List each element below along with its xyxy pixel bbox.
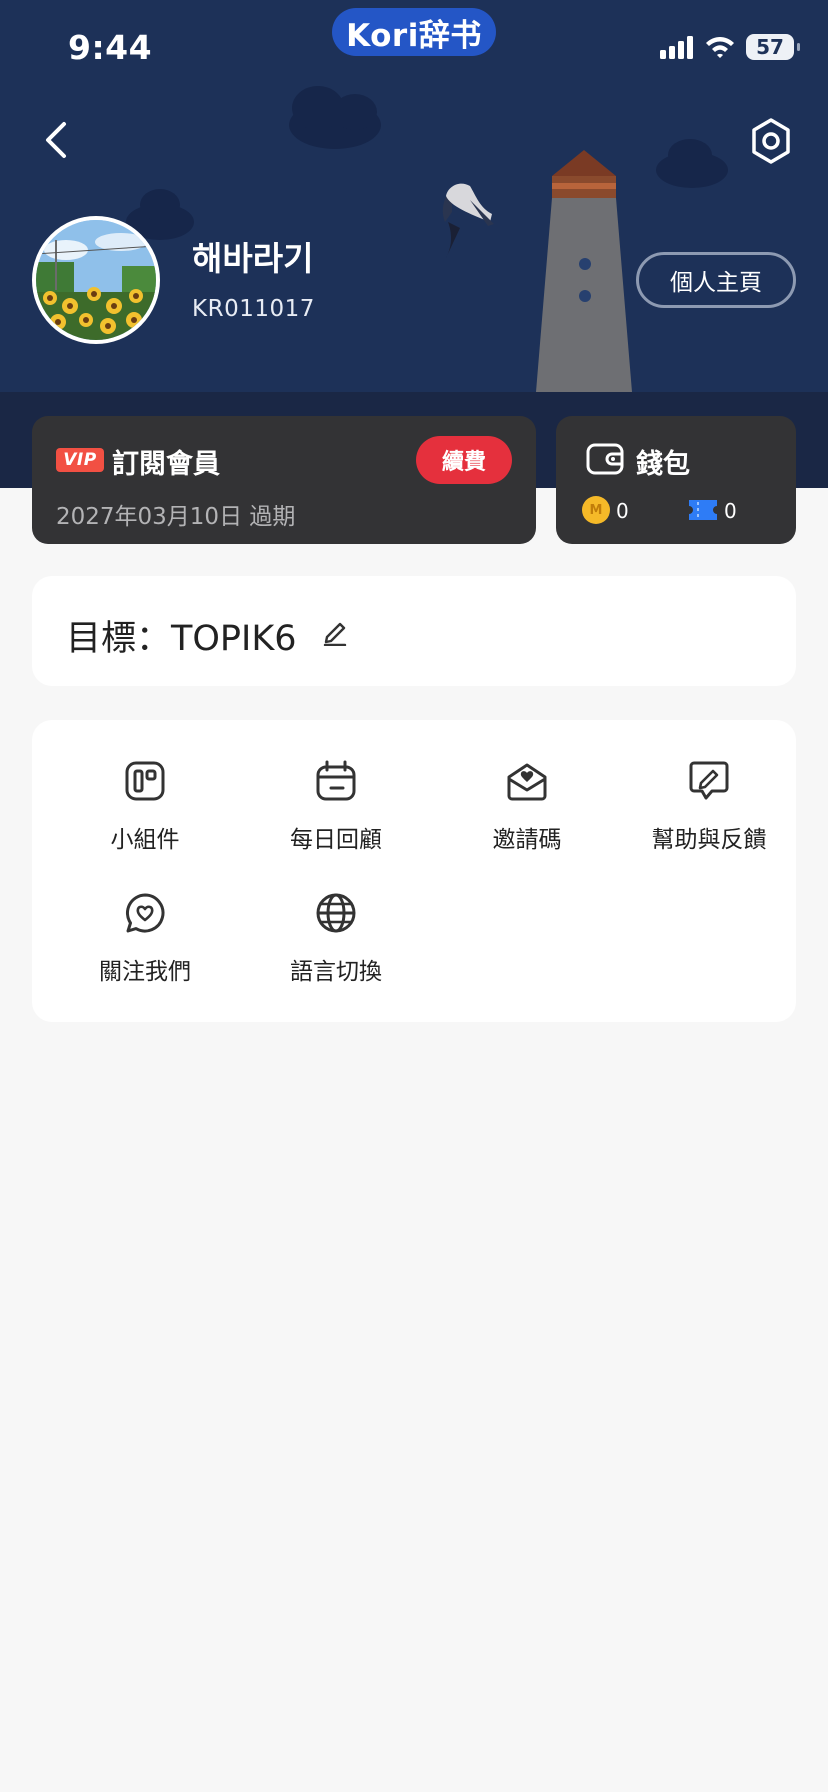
globe-icon (316, 893, 356, 933)
menu-item-follow-us[interactable]: 關注我們 (50, 852, 240, 985)
ticket-balance: 0 (724, 499, 737, 523)
wallet-title: 錢包 (636, 449, 690, 480)
vip-expiry-date: 2027年03月10日 過期 (56, 504, 296, 530)
username: 해바라기 (192, 239, 314, 278)
menu-item-label: 每日回顧 (290, 827, 382, 853)
widget-icon (125, 761, 165, 801)
vip-subscription-card[interactable]: VIP 訂閱會員 續費 2027年03月10日 過期 (32, 416, 536, 544)
feature-menu-card: 小組件 每日回顧 邀請碼 幫助與反饋 關注我們 語言切換 (32, 720, 796, 1022)
menu-item-help-feedback[interactable]: 幫助與反饋 (623, 720, 795, 853)
menu-item-label: 關注我們 (99, 959, 191, 985)
user-id: KR011017 (192, 296, 315, 322)
wallet-icon (586, 443, 624, 475)
heart-chat-icon (125, 893, 165, 933)
menu-item-invite-code[interactable]: 邀請碼 (432, 720, 622, 853)
app-indicator-pill[interactable]: Kori辞书 (332, 8, 496, 56)
avatar-image (36, 220, 156, 340)
menu-item-label: 小組件 (110, 827, 180, 853)
goal-card[interactable]: 目標：TOPIK6 (32, 576, 796, 686)
battery-icon: 57 (746, 34, 800, 60)
menu-item-label: 語言切換 (290, 959, 382, 985)
invite-icon (507, 763, 547, 801)
menu-item-widget[interactable]: 小組件 (50, 720, 240, 853)
status-time: 9:44 (68, 28, 153, 67)
feedback-icon (689, 761, 729, 800)
wallet-card[interactable]: 錢包 M 0 0 (556, 416, 796, 544)
wifi-icon (706, 37, 734, 58)
menu-item-language-switch[interactable]: 語言切換 (241, 852, 431, 985)
back-icon[interactable] (38, 116, 74, 164)
calendar-icon (316, 760, 356, 801)
coin-balance: 0 (616, 499, 629, 523)
avatar[interactable] (32, 216, 160, 344)
ticket-icon (689, 500, 717, 520)
renew-button[interactable]: 續費 (416, 436, 512, 484)
status-icons: 57 (660, 34, 800, 60)
personal-homepage-button[interactable]: 個人主頁 (636, 252, 796, 308)
vip-title: 訂閱會員 (112, 449, 220, 480)
settings-icon[interactable] (748, 116, 794, 166)
menu-item-daily-review[interactable]: 每日回顧 (241, 720, 431, 853)
signal-icon (660, 36, 693, 59)
menu-item-label: 幫助與反饋 (651, 827, 767, 853)
coin-icon: M (582, 496, 610, 524)
goal-text: 目標：TOPIK6 (66, 619, 297, 659)
menu-item-label: 邀請碼 (492, 827, 562, 853)
profile-header: 9:44 Kori辞书 57 해바라기 KR011017 個人主頁 (0, 0, 828, 392)
edit-pencil-icon[interactable] (322, 618, 348, 646)
vip-badge: VIP (56, 448, 104, 472)
